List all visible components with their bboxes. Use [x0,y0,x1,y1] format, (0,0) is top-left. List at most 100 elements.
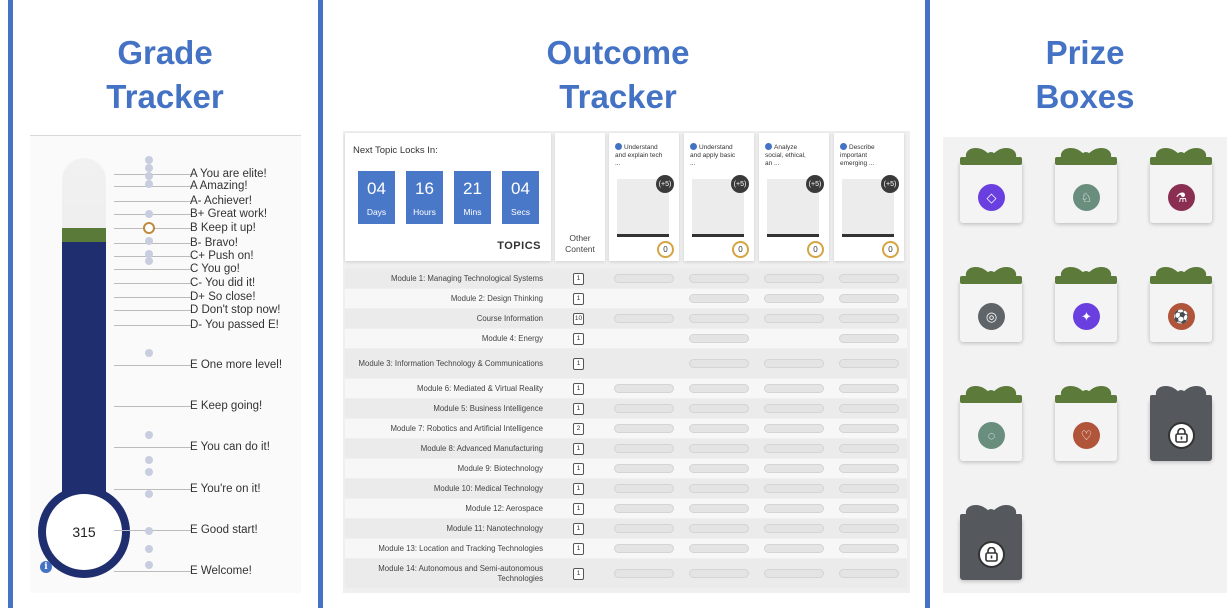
prize-box[interactable]: ♡ [1051,383,1121,461]
content-count-badge[interactable]: 1 [573,402,584,415]
info-icon[interactable]: i [40,561,52,573]
topic-row[interactable]: Module 8: Advanced Manufacturing 1 [345,439,907,458]
info-icon[interactable] [690,143,697,150]
content-count-badge[interactable]: 1 [573,442,584,455]
heading-line: Outcome [546,34,690,71]
locked-prize-box[interactable] [956,502,1026,580]
content-count-badge[interactable]: 1 [573,567,584,580]
prize-box[interactable]: ◇ [956,145,1026,223]
outcome-title-line: and explain tech [615,152,663,159]
progress-dot [145,561,153,569]
content-count-badge[interactable]: 1 [573,462,584,475]
outcome-score-badge: 0 [657,241,674,258]
grade-tracker-heading: Grade Tracker [60,31,270,119]
topic-row[interactable]: Module 10: Medical Technology 1 [345,479,907,498]
topic-name: Module 4: Energy [481,333,543,343]
progress-dot [145,431,153,439]
prize-boxes-panel: ◇ ♘ ⚗ ◎ ✦ ⚽ ◌ ♡ [943,137,1227,593]
level-tick [114,530,192,531]
outcome-column-header[interactable]: Analyze social, ethical, an ... (+5) 0 [759,133,829,261]
grade-level-label: E Welcome! [190,565,252,577]
info-icon[interactable] [615,143,622,150]
content-count-badge[interactable]: 1 [573,292,584,305]
level-tick [114,283,192,284]
outcome-title-line: social, ethical, [765,152,806,159]
outcome-column-header[interactable]: Understand and explain tech... (+5) 0 [609,133,679,261]
countdown-value: 04 [367,179,386,198]
prize-box[interactable]: ♘ [1051,145,1121,223]
divider-left [8,0,13,608]
prize-box[interactable]: ◎ [956,264,1026,342]
outcome-progress-pill [839,504,899,513]
outcome-progress-pill [839,544,899,553]
progress-dot [145,210,153,218]
prize-box[interactable]: ◌ [956,383,1026,461]
progress-dot [145,468,153,476]
outcome-progress-pill [839,404,899,413]
info-icon[interactable] [840,143,847,150]
topic-row[interactable]: Module 14: Autonomous and Semi-autonomou… [345,559,907,588]
outcome-progress-pill [689,504,749,513]
content-count-badge[interactable]: 1 [573,382,584,395]
outcome-progress-pill [764,384,824,393]
topic-row[interactable]: Module 3: Information Technology & Commu… [345,349,907,378]
countdown-unit: Secs [511,207,530,217]
outcome-progress-pill [614,504,674,513]
bonus-badge: (+5) [731,175,749,193]
progress-dot [145,180,153,188]
prize-box[interactable]: ⚽ [1146,264,1216,342]
topic-row[interactable]: Module 12: Aerospace 1 [345,499,907,518]
outcome-column-header[interactable]: Describe important emerging ... (+5) 0 [834,133,904,261]
outcome-progress-pill [689,314,749,323]
outcome-progress-pill [764,524,824,533]
rocking-horse-icon: ♘ [1073,184,1100,211]
level-tick [114,201,192,202]
topic-row[interactable]: Module 4: Energy 1 [345,329,907,348]
prize-box[interactable]: ⚗ [1146,145,1216,223]
topic-row[interactable]: Module 13: Location and Tracking Technol… [345,539,907,558]
content-count-badge[interactable]: 1 [573,522,584,535]
outcome-progress-pill [614,544,674,553]
progress-dot [145,164,153,172]
topic-row[interactable]: Course Information 10 [345,309,907,328]
soccer-ball-icon: ⚽ [1168,303,1195,330]
content-count-badge[interactable]: 10 [573,312,584,325]
topic-row[interactable]: Module 2: Design Thinking 1 [345,289,907,308]
level-tick [114,406,192,407]
outcome-progress-pill [839,484,899,493]
content-count-badge[interactable]: 1 [573,542,584,555]
outcome-progress-pill [614,404,674,413]
content-count-badge[interactable]: 2 [573,422,584,435]
heading-line: Tracker [106,78,224,115]
content-count-badge[interactable]: 1 [573,502,584,515]
outcome-title-line: Describe [849,144,875,151]
countdown-value: 16 [415,179,434,198]
outcome-column-header[interactable]: Understand and apply basic... (+5) 0 [684,133,754,261]
topic-row[interactable]: Module 9: Biotechnology 1 [345,459,907,478]
dashboard-root: Grade Tracker Outcome Tracker Prize Boxe… [0,0,1227,608]
outcome-progress-pill [839,274,899,283]
outcome-progress-pill [689,484,749,493]
countdown-secs: 04 Secs [502,171,539,224]
prize-boxes-heading: Prize Boxes [985,31,1185,119]
content-count-badge[interactable]: 1 [573,272,584,285]
countdown-unit: Mins [463,207,482,217]
topic-row[interactable]: Module 5: Business Intelligence 1 [345,399,907,418]
topic-name: Module 2: Design Thinking [450,293,543,303]
content-count-badge[interactable]: 1 [573,332,584,345]
thermometer-level-band [62,228,106,242]
grade-level-label: E Keep going! [190,400,263,412]
content-count-badge[interactable]: 1 [573,482,584,495]
info-icon[interactable] [765,143,772,150]
level-tick [114,310,192,311]
topic-row[interactable]: Module 11: Nanotechnology 1 [345,519,907,538]
heading-line: Grade [117,34,213,71]
outcome-progress-pill [689,464,749,473]
content-count-badge[interactable]: 1 [573,357,584,370]
topic-row[interactable]: Module 7: Robotics and Artificial Intell… [345,419,907,438]
prize-box[interactable]: ✦ [1051,264,1121,342]
topic-row[interactable]: Module 6: Mediated & Virtual Reality 1 [345,379,907,398]
locked-prize-box[interactable] [1146,383,1216,461]
topic-row[interactable]: Module 1: Managing Technological Systems… [345,269,907,288]
grade-level-label: C- You did it! [190,277,256,289]
